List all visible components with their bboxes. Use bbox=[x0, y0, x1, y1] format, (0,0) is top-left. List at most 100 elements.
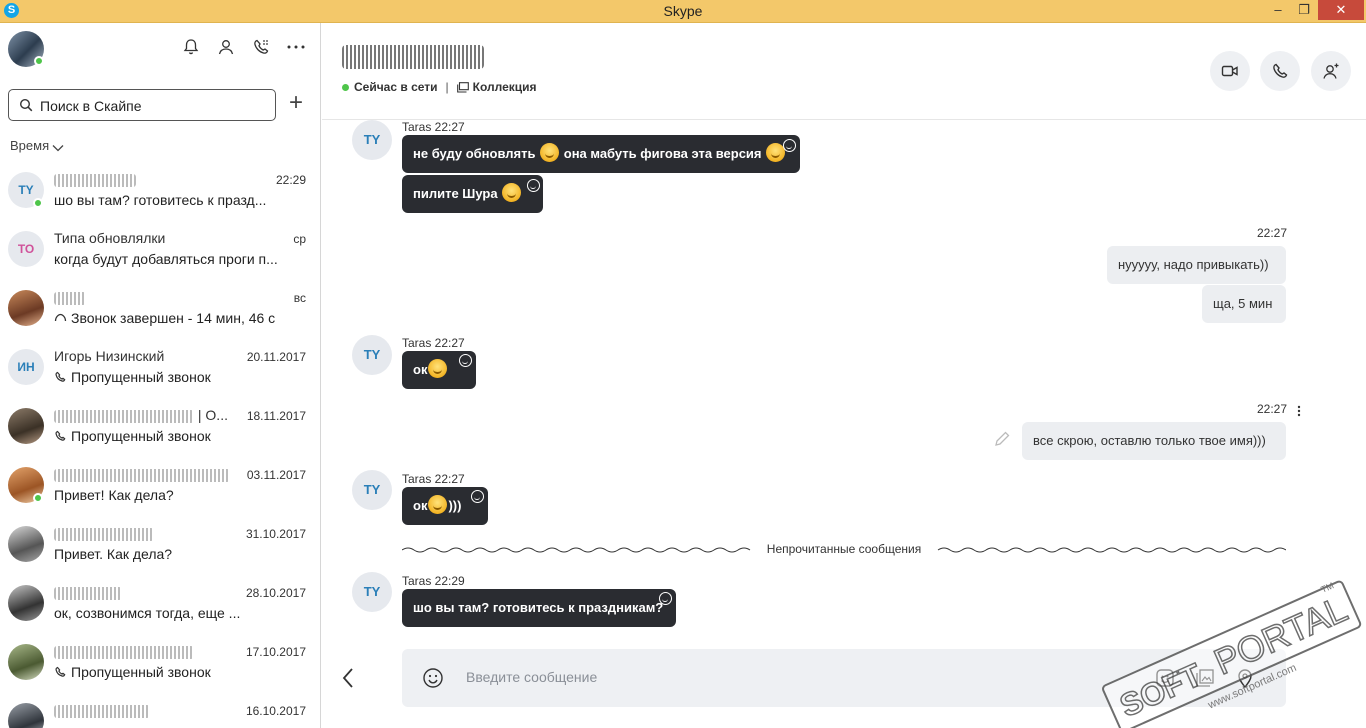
chat-name: Игорь Низинский bbox=[54, 348, 165, 364]
add-person-icon bbox=[1323, 63, 1339, 79]
chat-list-item[interactable]: ок, созвонимся тогда, еще ... 28.10.2017 bbox=[0, 574, 320, 633]
chat-time: 18.11.2017 bbox=[246, 409, 306, 423]
avatar bbox=[8, 408, 44, 444]
outgoing-message[interactable]: нууууу, надо привыкать)) bbox=[1107, 246, 1286, 284]
chat-preview: Пропущенный звонок bbox=[54, 369, 294, 387]
incoming-message[interactable]: ок bbox=[402, 351, 476, 389]
online-status-dot bbox=[33, 198, 43, 208]
emoji-picker-icon[interactable] bbox=[422, 667, 444, 692]
online-status-dot bbox=[342, 84, 349, 91]
audio-call-button[interactable] bbox=[1260, 51, 1300, 91]
missed-call-icon bbox=[54, 371, 67, 387]
message-meta: 22:27 bbox=[1257, 226, 1288, 240]
chat-list-item[interactable]: TY шо вы там? готовитесь к празд... 22:2… bbox=[0, 161, 320, 220]
my-avatar[interactable] bbox=[8, 31, 44, 67]
incoming-message[interactable]: шо вы там? готовитесь к праздникам? bbox=[402, 589, 676, 627]
chat-list-item[interactable]: 16.10.2017 bbox=[0, 692, 320, 728]
smile-emoji-icon bbox=[540, 143, 560, 162]
collection-link[interactable]: Коллекция bbox=[473, 80, 537, 94]
unread-label: Непрочитанные сообщения bbox=[766, 542, 922, 556]
chat-preview: Привет. Как дела? bbox=[54, 546, 173, 562]
chat-list-item[interactable]: ТО Типа обновлялки когда будут добавлять… bbox=[0, 220, 320, 279]
chat-name bbox=[54, 643, 194, 659]
chevron-down-icon[interactable] bbox=[52, 140, 64, 156]
incoming-message[interactable]: пилите Шура bbox=[402, 175, 543, 213]
chat-name bbox=[54, 466, 230, 482]
softportal-watermark: SOFT PORTAL TM www.softportal.com bbox=[1096, 570, 1366, 728]
back-arrow-icon[interactable] bbox=[340, 666, 356, 693]
chat-list-item[interactable]: Звонок завершен - 14 мин, 46 с вс bbox=[0, 279, 320, 338]
incoming-message[interactable]: ок))) bbox=[402, 487, 488, 525]
chat-preview: Пропущенный звонок bbox=[54, 428, 294, 446]
sender-avatar: TY bbox=[352, 572, 392, 612]
new-chat-button[interactable]: + bbox=[285, 91, 307, 115]
message-meta: 22:27 bbox=[1257, 402, 1288, 416]
missed-call-icon bbox=[54, 430, 67, 446]
chat-time: 22:29 bbox=[275, 173, 306, 187]
add-reaction-icon[interactable] bbox=[527, 179, 540, 192]
chat-preview: когда будут добавляться проги п... bbox=[54, 251, 278, 267]
message-meta: Taras 22:27 bbox=[402, 336, 465, 350]
incoming-message[interactable]: не буду обновлять она мабуть фигова эта … bbox=[402, 135, 800, 173]
message-options-icon[interactable] bbox=[1296, 404, 1302, 421]
add-participant-button[interactable] bbox=[1311, 51, 1351, 91]
window-title: Skype bbox=[663, 3, 703, 19]
dialpad-call-icon[interactable] bbox=[251, 37, 271, 57]
conversation-title[interactable] bbox=[342, 45, 484, 69]
chat-name bbox=[54, 289, 86, 305]
video-camera-icon bbox=[1221, 65, 1238, 77]
more-options-icon[interactable] bbox=[286, 37, 306, 57]
call-ended-icon bbox=[54, 312, 67, 328]
maximize-button[interactable]: ❐ bbox=[1290, 0, 1318, 20]
search-placeholder: Поиск в Скайпе bbox=[40, 98, 142, 114]
edit-pencil-icon[interactable] bbox=[993, 430, 1011, 451]
search-icon bbox=[19, 98, 33, 115]
message-meta: Taras 22:29 bbox=[402, 574, 465, 588]
add-reaction-icon[interactable] bbox=[471, 490, 484, 503]
close-button[interactable]: ✕ bbox=[1318, 0, 1364, 20]
unread-divider: Непрочитанные сообщения bbox=[402, 540, 1286, 560]
contacts-icon[interactable] bbox=[216, 37, 236, 57]
missed-call-icon bbox=[54, 666, 67, 682]
smile-emoji-icon bbox=[502, 183, 522, 202]
chat-time: 31.10.2017 bbox=[245, 527, 306, 541]
outgoing-message[interactable]: все скрою, оставлю только твое имя))) bbox=[1022, 422, 1286, 460]
avatar: ТО bbox=[8, 231, 44, 267]
chat-time: 03.11.2017 bbox=[246, 468, 306, 482]
avatar: ИН bbox=[8, 349, 44, 385]
phone-icon bbox=[1273, 63, 1288, 78]
chat-list-item[interactable]: Привет! Как дела? 03.11.2017 bbox=[0, 456, 320, 515]
gallery-icon[interactable] bbox=[456, 82, 469, 96]
avatar bbox=[8, 290, 44, 326]
chat-preview: Привет! Как дела? bbox=[54, 487, 174, 503]
sender-avatar: TY bbox=[352, 470, 392, 510]
chat-name: | О... bbox=[54, 407, 228, 423]
minimize-button[interactable]: – bbox=[1264, 0, 1292, 20]
chat-list-item[interactable]: Пропущенный звонок 17.10.2017 bbox=[0, 633, 320, 692]
chat-preview: шо вы там? готовитесь к празд... bbox=[54, 192, 267, 208]
avatar bbox=[8, 585, 44, 621]
message-input[interactable]: Введите сообщение bbox=[466, 669, 597, 685]
add-reaction-icon[interactable] bbox=[659, 592, 672, 605]
chat-list-item[interactable]: | О... Пропущенный звонок 18.11.2017 bbox=[0, 397, 320, 456]
chat-name bbox=[54, 525, 154, 541]
chat-list-item[interactable]: Привет. Как дела? 31.10.2017 bbox=[0, 515, 320, 574]
chat-preview: ок, созвонимся тогда, еще ... bbox=[54, 605, 241, 621]
search-input[interactable]: Поиск в Скайпе bbox=[8, 89, 276, 121]
chat-name: Типа обновлялки bbox=[54, 230, 166, 246]
chat-list-item[interactable]: ИН Игорь Низинский Пропущенный звонок 20… bbox=[0, 338, 320, 397]
add-reaction-icon[interactable] bbox=[459, 354, 472, 367]
video-call-button[interactable] bbox=[1210, 51, 1250, 91]
sort-dropdown-label[interactable]: Время bbox=[10, 138, 49, 153]
outgoing-message[interactable]: ща, 5 мин bbox=[1202, 285, 1286, 323]
online-status-dot bbox=[33, 493, 43, 503]
chat-name bbox=[54, 171, 136, 187]
presence-status: Сейчас в сети | Коллекция bbox=[342, 80, 537, 96]
chat-header: Сейчас в сети | Коллекция bbox=[322, 23, 1366, 120]
message-area: TY Taras 22:27 не буду обновлять она маб… bbox=[322, 120, 1366, 640]
sender-avatar: TY bbox=[352, 120, 392, 160]
avatar bbox=[8, 526, 44, 562]
add-reaction-icon[interactable] bbox=[783, 139, 796, 152]
sidebar: Поиск в Скайпе + Время TY шо вы там? гот… bbox=[0, 23, 321, 728]
notifications-bell-icon[interactable] bbox=[181, 37, 201, 57]
